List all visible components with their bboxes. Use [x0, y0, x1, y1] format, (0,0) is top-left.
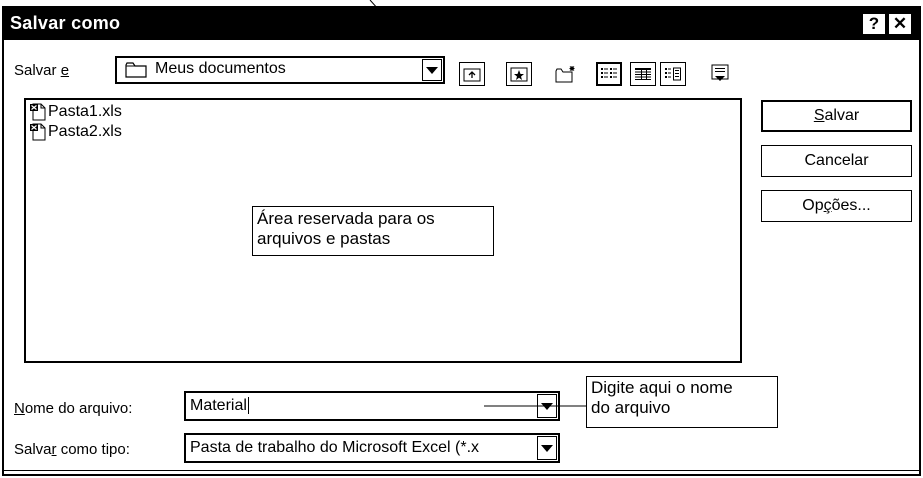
save-as-dialog: Salvar como ? ✕ Salvar e Meus documentos [2, 6, 921, 476]
bottom-divider [4, 470, 919, 471]
pointer-line-filename [484, 405, 586, 407]
filename-annotation: Digite aqui o nome do arquivo [586, 376, 778, 428]
